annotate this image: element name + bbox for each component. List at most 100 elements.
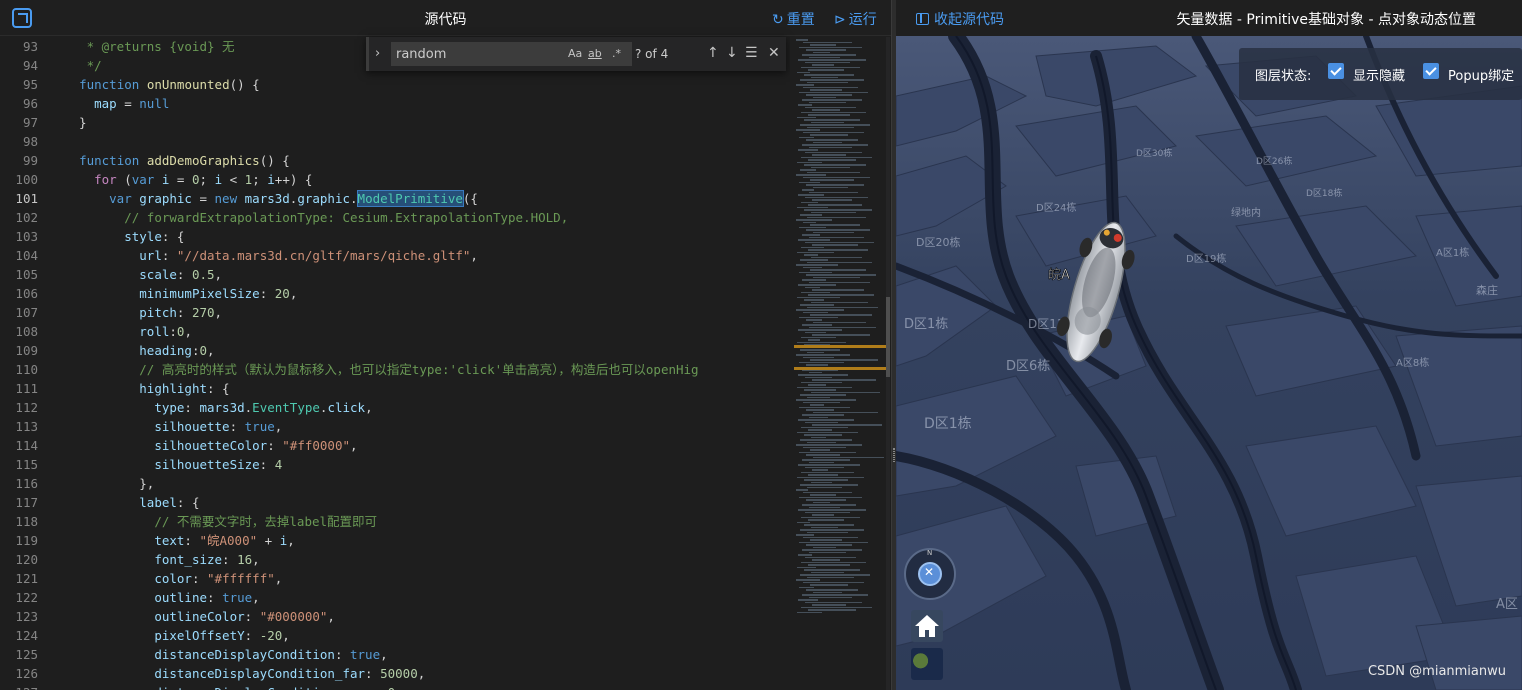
scrollbar-thumb[interactable] xyxy=(886,297,890,377)
minimap-line xyxy=(806,184,864,186)
code-line[interactable]: outlineColor: "#000000", xyxy=(64,607,788,626)
collapse-source-button[interactable]: 收起源代码 xyxy=(916,9,1004,29)
minimap-line xyxy=(802,279,826,281)
line-number: 100 xyxy=(15,172,38,187)
code-line[interactable]: highlight: { xyxy=(64,379,788,398)
building-label: D区19栋 xyxy=(1186,252,1226,265)
code-line[interactable]: map = null xyxy=(64,94,788,113)
code-line[interactable]: // 高亮时的样式（默认为鼠标移入，也可以指定type:'click'单击高亮）… xyxy=(64,360,788,379)
code-line[interactable]: text: "皖A000" + i, xyxy=(64,531,788,550)
run-button[interactable]: ⊳ 运行 xyxy=(834,9,877,29)
minimap-line xyxy=(801,156,872,158)
minimap-line xyxy=(812,199,852,201)
code-line[interactable]: pitch: 270, xyxy=(64,303,788,322)
compass-icon[interactable]: N xyxy=(904,548,956,600)
minimap-line xyxy=(801,246,824,248)
code-line[interactable]: font_size: 16, xyxy=(64,550,788,569)
minimap-line xyxy=(803,536,858,538)
code-line[interactable]: function addDemoGraphics() { xyxy=(64,151,788,170)
minimap-line xyxy=(802,414,844,416)
building-label: 绿地内 xyxy=(1231,206,1261,219)
minimap-line xyxy=(804,164,866,166)
minimap-line xyxy=(801,471,854,473)
code-line[interactable]: roll:0, xyxy=(64,322,788,341)
resize-grip-icon[interactable] xyxy=(893,448,895,462)
map-3d-view[interactable]: D区1栋 D区11 D区6栋 D区1栋 D区19栋 D区18栋 D区20栋 D区… xyxy=(896,36,1522,690)
code-line[interactable]: silhouetteSize: 4 xyxy=(64,455,788,474)
whole-word-toggle[interactable]: ab xyxy=(588,47,602,60)
minimap-line xyxy=(810,494,836,496)
code-line[interactable]: label: { xyxy=(64,493,788,512)
vertical-scrollbar[interactable] xyxy=(886,37,890,690)
minimap-line xyxy=(805,376,832,378)
minimap-line xyxy=(805,151,862,153)
home-button[interactable] xyxy=(911,610,943,642)
next-match-icon[interactable]: ↓ xyxy=(726,45,738,61)
find-widget: › Aa ab .* ? of 4 ↑ ↓ ☰ ✕ xyxy=(366,37,786,71)
line-number: 121 xyxy=(15,571,38,586)
find-in-selection-icon[interactable]: ☰ xyxy=(745,45,758,61)
minimap-line xyxy=(802,324,832,326)
minimap-line xyxy=(808,249,868,251)
line-number: 127 xyxy=(0,683,64,690)
minimap-line xyxy=(803,356,834,358)
code-line[interactable]: silhouette: true, xyxy=(64,417,788,436)
code-line[interactable]: // 不需要文字时，去掉label配置即可 xyxy=(64,512,788,531)
code-line[interactable]: // forwardExtrapolationType: Cesium.Extr… xyxy=(64,208,788,227)
code-line[interactable]: for (var i = 0; i < 1; i++) { xyxy=(64,170,788,189)
close-find-icon[interactable]: ✕ xyxy=(768,45,780,61)
minimap-line xyxy=(807,261,872,263)
building-label: A区 xyxy=(1496,597,1518,612)
code-line[interactable] xyxy=(64,132,788,151)
code-line[interactable]: url: "//data.mars3d.cn/gltf/mars/qiche.g… xyxy=(64,246,788,265)
minimap-line xyxy=(809,101,846,103)
code-line[interactable]: color: "#ffffff", xyxy=(64,569,788,588)
code-line[interactable]: silhouetteColor: "#ff0000", xyxy=(64,436,788,455)
minimap-line xyxy=(813,411,878,413)
regex-toggle[interactable]: .* xyxy=(612,47,621,60)
code-line[interactable]: heading:0, xyxy=(64,341,788,360)
minimap[interactable] xyxy=(790,37,886,690)
minimap-line xyxy=(804,119,860,121)
minimap-line xyxy=(808,519,844,521)
minimap-line xyxy=(797,71,810,73)
minimap-line xyxy=(811,166,850,168)
minimap-line xyxy=(811,571,844,573)
code-line[interactable]: distanceDisplayCondition_far: 50000, xyxy=(64,664,788,683)
minimap-line xyxy=(802,549,862,551)
previous-match-icon[interactable]: ↑ xyxy=(707,45,719,61)
code-line[interactable]: }, xyxy=(64,474,788,493)
minimap-line xyxy=(803,176,870,178)
code-line[interactable]: type: mars3d.EventType.click, xyxy=(64,398,788,417)
code-line[interactable]: var graphic = new mars3d.graphic.ModelPr… xyxy=(64,189,788,208)
code-line[interactable]: minimumPixelSize: 20, xyxy=(64,284,788,303)
code-line[interactable]: scale: 0.5, xyxy=(64,265,788,284)
code-line[interactable]: function onUnmounted() { xyxy=(64,75,788,94)
code-line[interactable]: distanceDisplayCondition: true, xyxy=(64,645,788,664)
code-line[interactable]: pixelOffsetY: -20, xyxy=(64,626,788,645)
code-line[interactable]: } xyxy=(64,113,788,132)
minimap-line xyxy=(808,69,844,71)
minimap-line xyxy=(808,429,832,431)
code-line[interactable]: distanceDisplayCondition_near: 0 xyxy=(64,683,788,690)
line-number: 111 xyxy=(15,381,38,396)
line-number: 101 xyxy=(15,191,38,206)
code-line[interactable]: outline: true, xyxy=(64,588,788,607)
basemap-switch-button[interactable] xyxy=(911,648,943,680)
code-area[interactable]: * @returns {void} 无 */ function onUnmoun… xyxy=(64,37,788,690)
minimap-line xyxy=(802,594,868,596)
toggle-replace-icon[interactable]: › xyxy=(375,46,380,61)
minimap-line xyxy=(807,486,842,488)
compass-reset-icon[interactable] xyxy=(918,562,942,586)
minimap-line xyxy=(811,256,862,258)
popup-checkbox[interactable] xyxy=(1423,63,1439,79)
match-case-toggle[interactable]: Aa xyxy=(568,47,582,60)
minimap-line xyxy=(811,121,844,123)
minimap-line xyxy=(805,196,868,198)
minimap-line xyxy=(806,139,858,141)
code-line[interactable]: style: { xyxy=(64,227,788,246)
run-label: 运行 xyxy=(848,12,877,28)
reset-button[interactable]: ↻ 重置 xyxy=(772,9,815,29)
minimap-line xyxy=(796,84,814,86)
show-hide-checkbox[interactable] xyxy=(1328,63,1344,79)
